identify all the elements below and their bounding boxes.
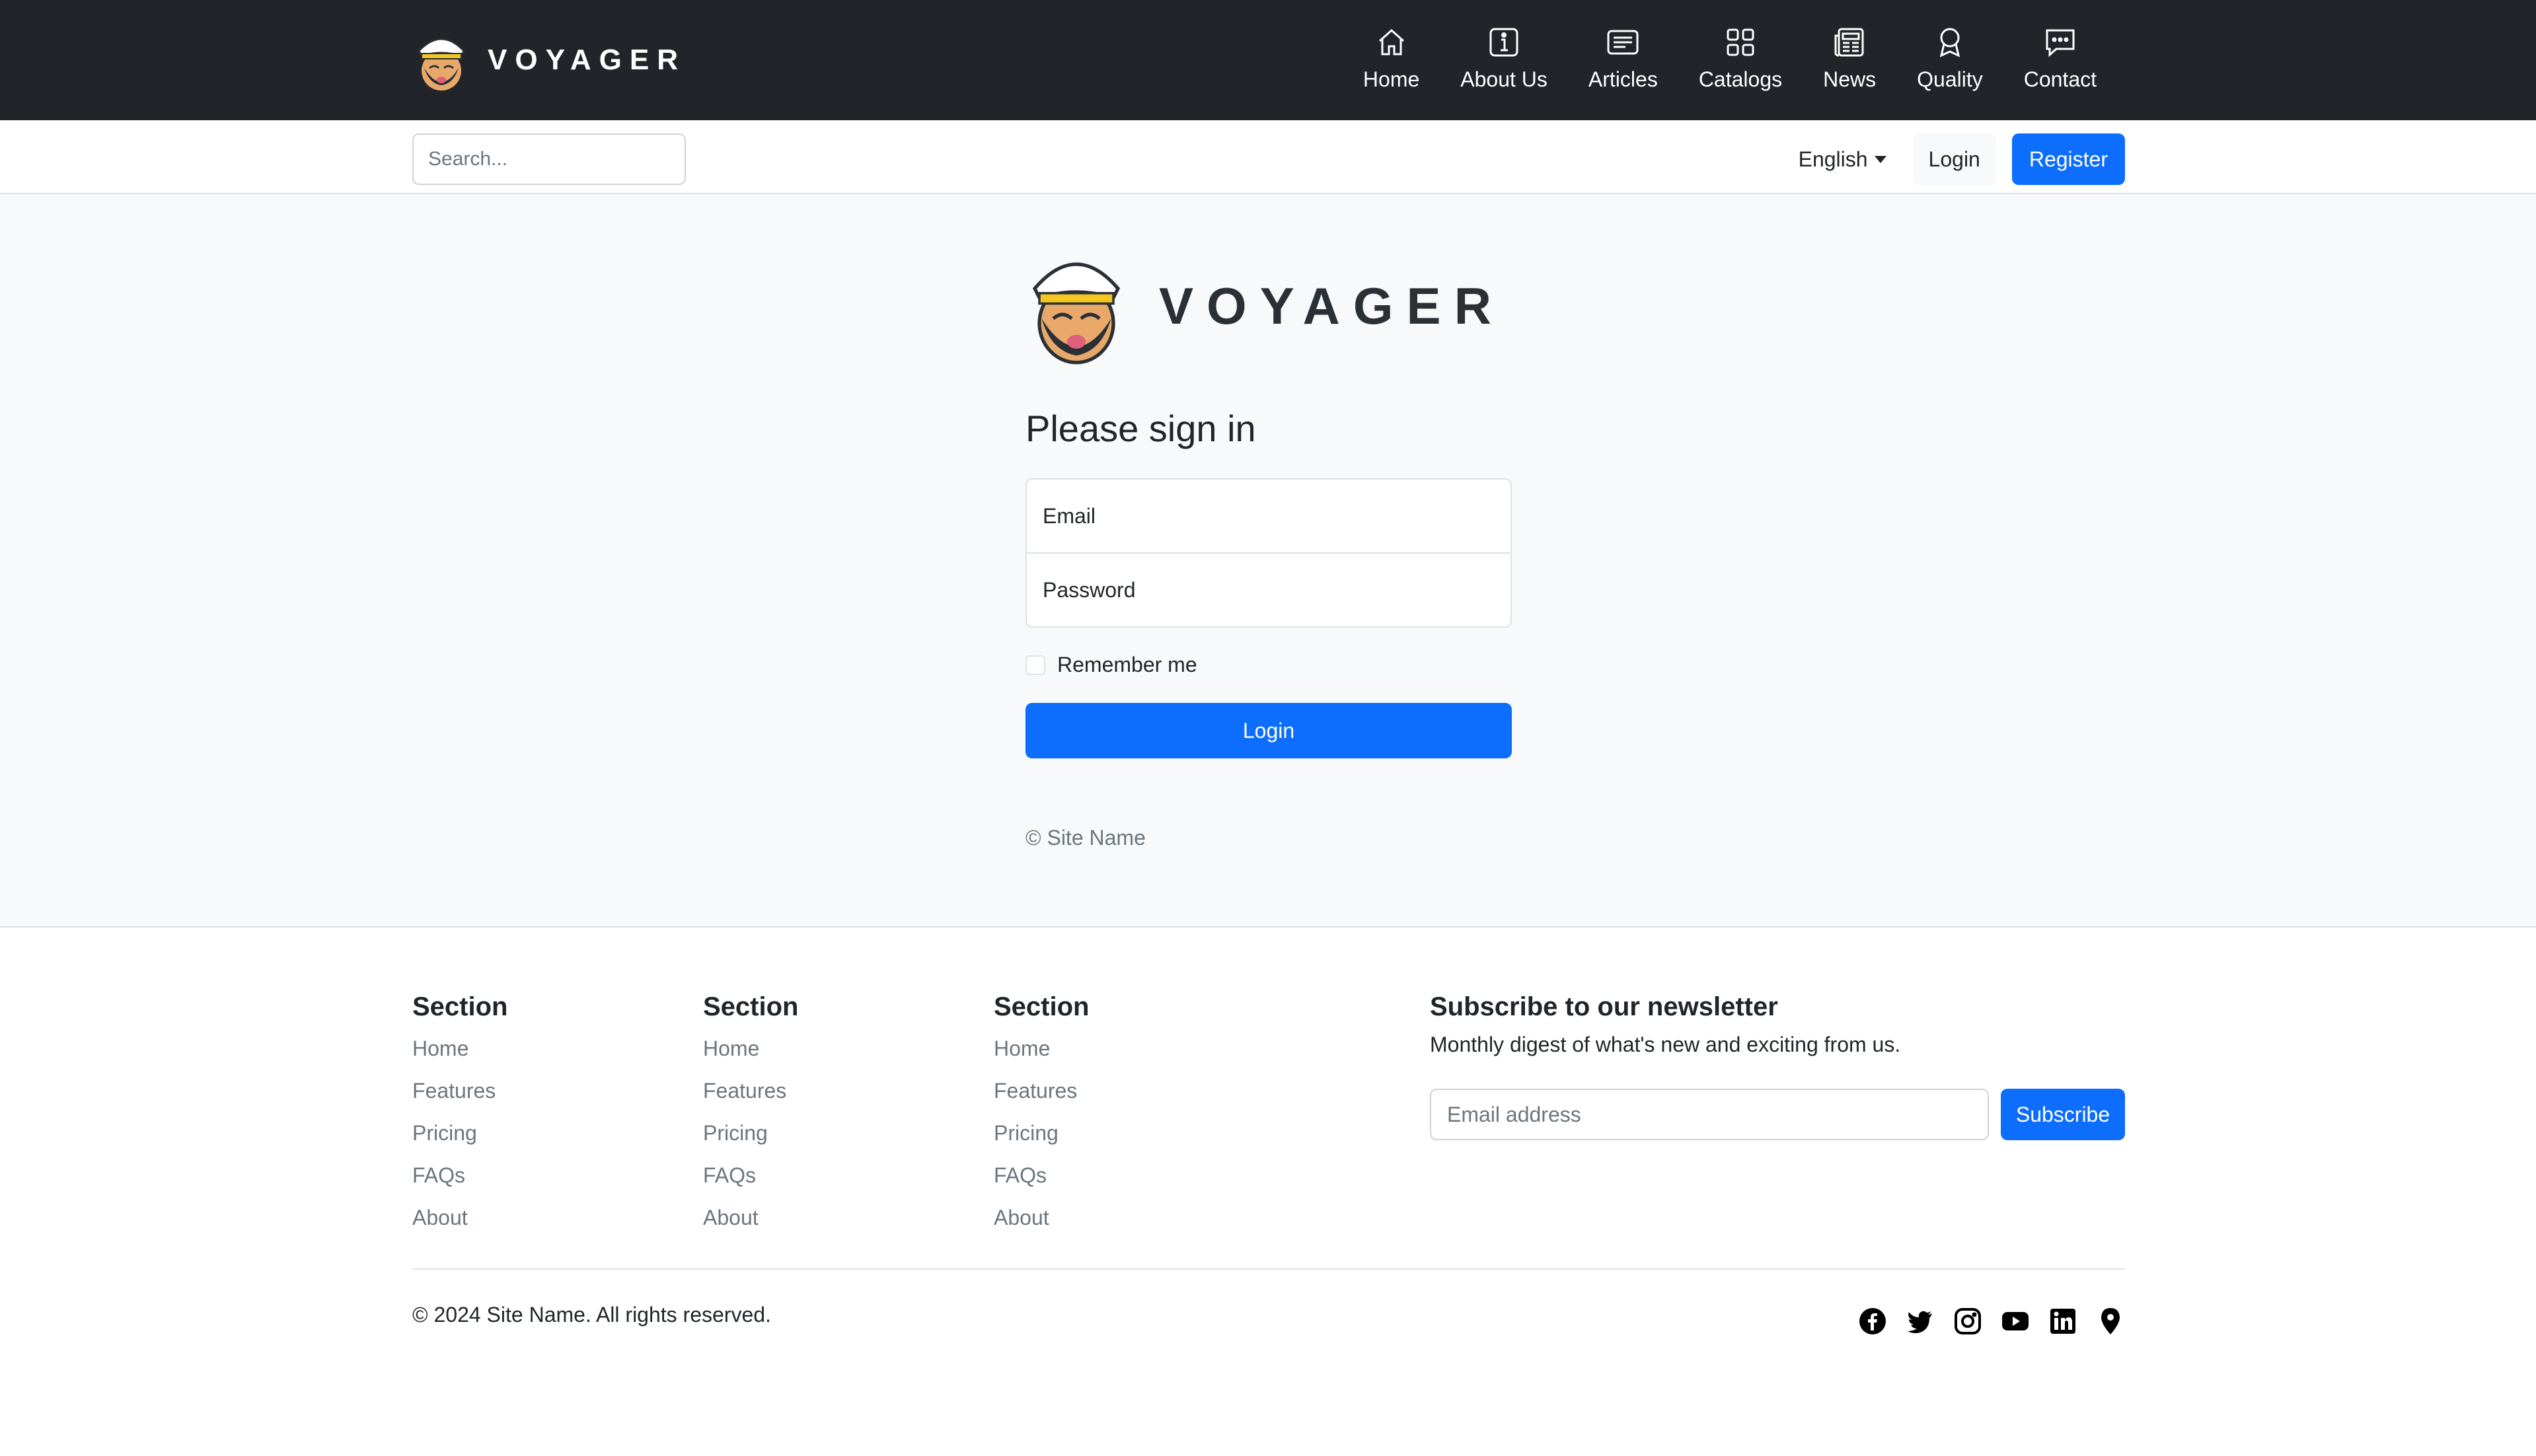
nav-item-home[interactable]: Home (1343, 25, 1440, 99)
email-field[interactable] (1026, 478, 1512, 554)
footer-link-about[interactable]: About (703, 1203, 798, 1245)
social-links (1858, 1307, 2125, 1336)
register-button[interactable]: Register (2011, 133, 2125, 185)
newsletter-form: Subscribe (1430, 1089, 2125, 1140)
nav-item-about-us[interactable]: About Us (1440, 25, 1568, 99)
map-pin-icon[interactable] (2096, 1307, 2125, 1336)
footer-column-heading: Section (994, 992, 1090, 1021)
footer-link-home[interactable]: Home (703, 1034, 798, 1076)
nav-item-label: Home (1362, 67, 1420, 91)
award-icon (1939, 28, 1960, 57)
footer-link-about[interactable]: About (412, 1203, 507, 1245)
nav-item-label: Catalogs (1698, 67, 1783, 91)
footer-link-features[interactable]: Features (994, 1076, 1089, 1118)
language-dropdown[interactable]: English (1788, 147, 1897, 172)
search-input[interactable] (412, 133, 686, 185)
footer-link-pricing[interactable]: Pricing (703, 1118, 798, 1161)
signin-logo: VOYAGER (1026, 244, 1505, 367)
signin-copyright: © Site Name (1026, 826, 1146, 850)
brand-name: VOYAGER (488, 44, 687, 76)
main-nav: Home About Us Articles Catalogs News Qua… (1343, 25, 2117, 99)
twitter-icon[interactable] (1906, 1307, 1935, 1336)
home-icon (1378, 28, 1404, 55)
footer-link-home[interactable]: Home (994, 1034, 1089, 1076)
footer-link-features[interactable]: Features (412, 1076, 507, 1118)
articles-icon (1607, 30, 1639, 55)
footer-column: Section Home Features Pricing FAQs About (412, 992, 507, 1245)
newsletter: Subscribe to our newsletter Monthly dige… (1430, 992, 2125, 1140)
nav-item-label: News (1823, 67, 1877, 91)
account-actions: English Login Register (1788, 133, 2125, 185)
linkedin-icon[interactable] (2048, 1307, 2077, 1336)
nav-item-quality[interactable]: Quality (1896, 25, 2003, 99)
submit-login-button[interactable]: Login (1026, 703, 1512, 758)
brand-link[interactable]: VOYAGER (412, 24, 686, 96)
newspaper-icon (1834, 28, 1864, 57)
footer-link-faqs[interactable]: FAQs (703, 1161, 798, 1203)
footer-link-pricing[interactable]: Pricing (412, 1118, 507, 1161)
footer: Section Home Features Pricing FAQs About… (0, 929, 2536, 1456)
instagram-icon[interactable] (1953, 1307, 1982, 1336)
signin-logo-text: VOYAGER (1159, 276, 1505, 335)
footer-link-faqs[interactable]: FAQs (994, 1161, 1089, 1203)
footer-link-pricing[interactable]: Pricing (994, 1118, 1089, 1161)
password-field[interactable] (1026, 552, 1512, 628)
grid-icon (1727, 28, 1754, 56)
nav-item-articles[interactable]: Articles (1568, 25, 1678, 99)
captain-logo-icon (418, 38, 465, 91)
login-button[interactable]: Login (1912, 133, 1996, 185)
newsletter-heading: Subscribe to our newsletter (1430, 992, 1778, 1021)
language-label: English (1798, 147, 1868, 171)
footer-link-about[interactable]: About (994, 1203, 1089, 1245)
footer-column: Section Home Features Pricing FAQs About (994, 992, 1089, 1245)
secondary-bar: English Login Register (0, 120, 2536, 194)
newsletter-text: Monthly digest of what's new and excitin… (1430, 1033, 1901, 1056)
captain-logo-icon (1032, 262, 1121, 365)
facebook-icon[interactable] (1858, 1307, 1887, 1336)
footer-column: Section Home Features Pricing FAQs About (703, 992, 798, 1245)
remember-me-label: Remember me (1057, 653, 1197, 676)
nav-item-news[interactable]: News (1803, 25, 1896, 99)
remember-me[interactable]: Remember me (1026, 653, 1197, 677)
page-title: Please sign in (1026, 408, 1256, 449)
newsletter-email-field[interactable] (1430, 1089, 1989, 1140)
info-icon (1489, 28, 1518, 57)
footer-column-heading: Section (703, 992, 799, 1021)
footer-copyright: © 2024 Site Name. All rights reserved. (412, 1303, 771, 1327)
nav-item-contact[interactable]: Contact (2003, 25, 2117, 99)
chat-icon (2046, 29, 2075, 57)
nav-item-label: Contact (2023, 67, 2097, 91)
subscribe-button[interactable]: Subscribe (2001, 1089, 2125, 1140)
footer-link-faqs[interactable]: FAQs (412, 1161, 507, 1203)
nav-item-label: About Us (1460, 67, 1548, 91)
footer-column-heading: Section (412, 992, 508, 1021)
footer-divider (412, 1268, 2125, 1270)
youtube-icon[interactable] (2001, 1307, 2030, 1336)
remember-me-checkbox[interactable] (1026, 655, 1045, 675)
nav-item-label: Articles (1588, 67, 1658, 91)
top-navbar: VOYAGER Home About Us Articles Catalogs … (0, 0, 2536, 120)
nav-item-label: Quality (1917, 67, 1983, 91)
main-content: VOYAGER Please sign in Remember me Login… (0, 194, 2536, 928)
footer-link-home[interactable]: Home (412, 1034, 507, 1076)
nav-item-catalogs[interactable]: Catalogs (1678, 25, 1803, 99)
footer-link-features[interactable]: Features (703, 1076, 798, 1118)
caret-down-icon (1874, 155, 1886, 163)
